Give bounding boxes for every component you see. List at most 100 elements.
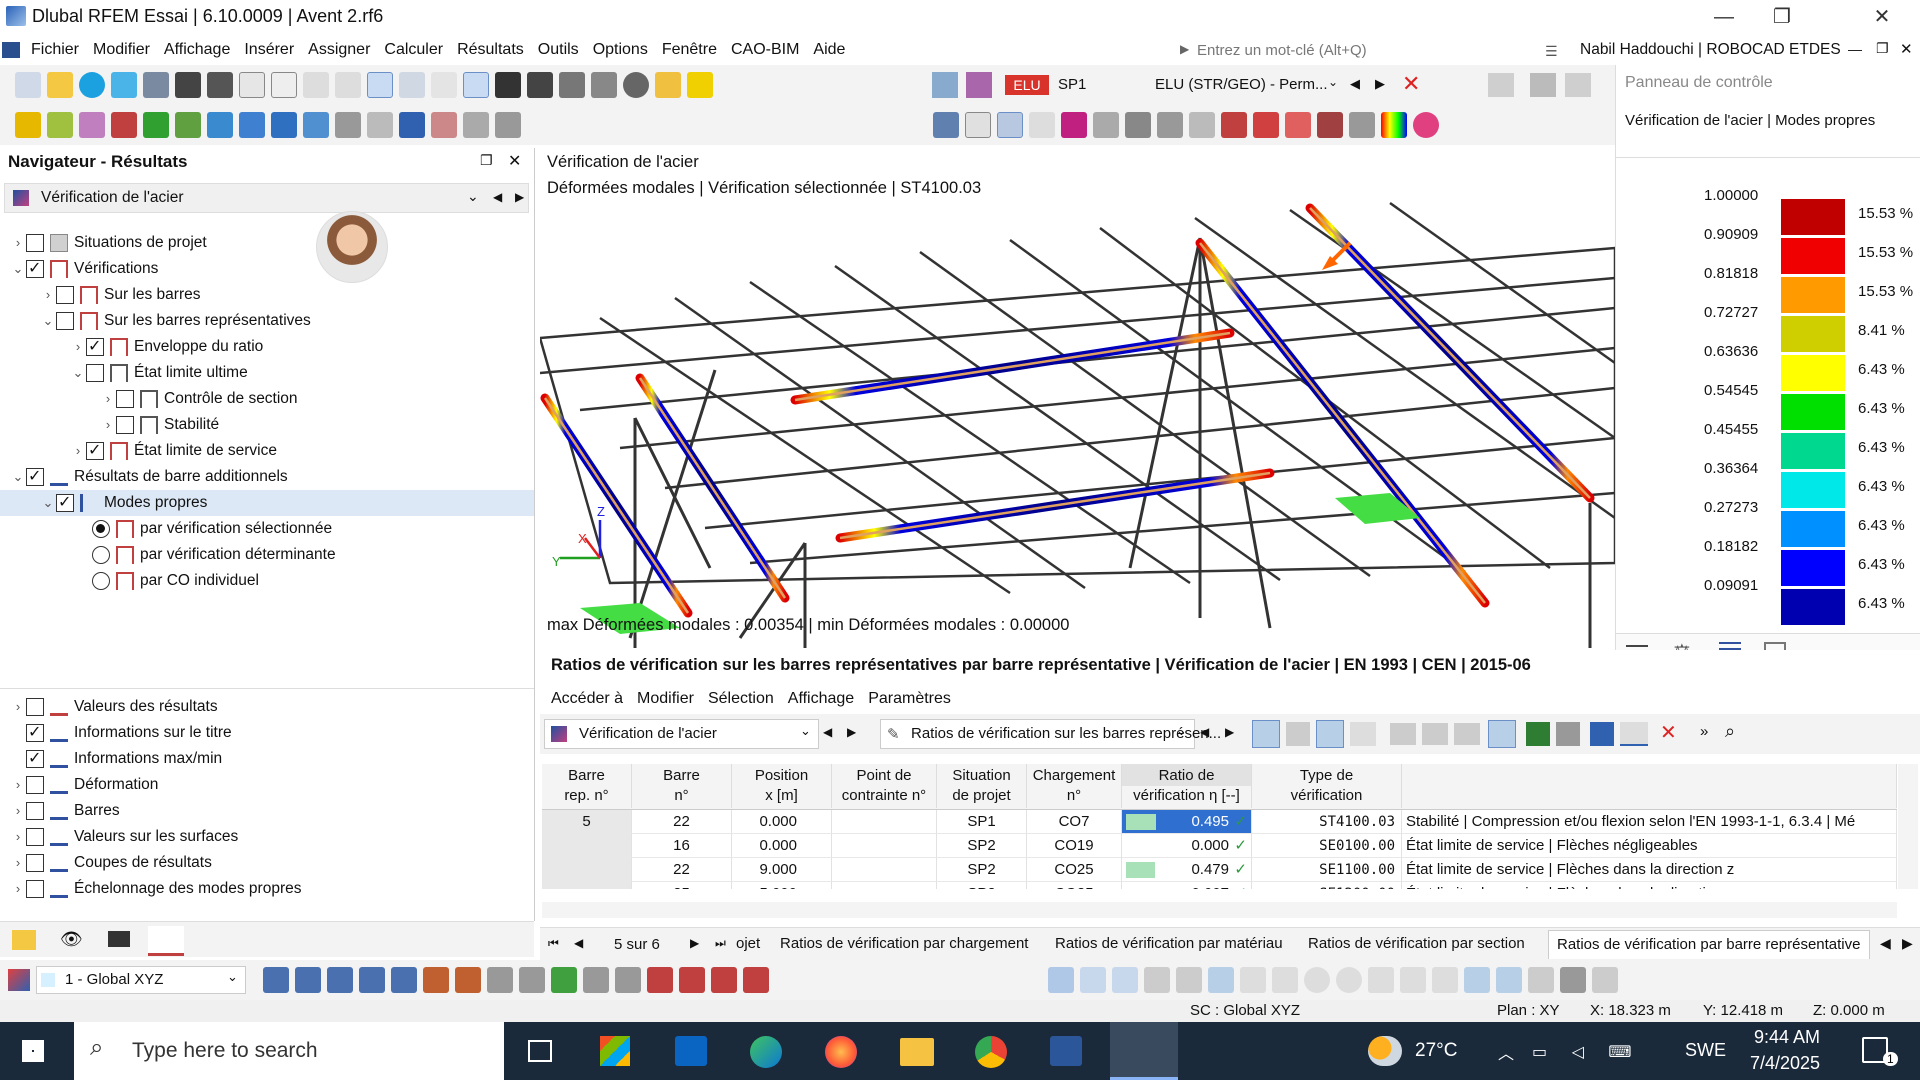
tab-par-section[interactable]: Ratios de vérification par section [1308, 935, 1525, 952]
curve-icon[interactable] [711, 967, 737, 993]
script-icon[interactable] [527, 72, 553, 98]
results-icon[interactable] [932, 72, 958, 98]
new-icon[interactable] [15, 72, 41, 98]
console-icon[interactable] [495, 72, 521, 98]
cell-ratio[interactable]: 0.007 ✓ [1122, 882, 1252, 889]
load-icon[interactable] [175, 112, 201, 138]
edge-icon[interactable] [750, 1036, 782, 1068]
clear-selection-icon[interactable]: ✕ [1660, 720, 1677, 745]
hinge-icon[interactable] [207, 112, 233, 138]
firefox-icon[interactable] [825, 1036, 857, 1068]
restore-button[interactable]: ❐ [1753, 0, 1811, 35]
checkbox[interactable] [26, 464, 44, 490]
expand-icon[interactable]: › [10, 850, 26, 876]
cell-desc[interactable]: Stabilité | Compression et/ou flexion se… [1402, 810, 1897, 834]
view-side-icon[interactable] [327, 967, 353, 993]
view-select[interactable]: 1 - Global XYZ ⌄ [36, 966, 246, 994]
cell-pt[interactable] [832, 882, 937, 889]
column-header[interactable]: Situation de projet [937, 764, 1027, 808]
node-icon[interactable] [15, 112, 41, 138]
cell-ratio[interactable]: 0.479 ✓ [1122, 858, 1252, 882]
cell-type[interactable]: SE1100.00 [1252, 858, 1402, 882]
tab-par-barre-rep[interactable]: Ratios de vérification par barre représe… [1548, 930, 1870, 959]
expand-icon[interactable]: › [100, 412, 116, 438]
taskbar-search[interactable]: ⌕ Type here to search [74, 1022, 504, 1080]
tab-projet[interactable]: ojet [736, 935, 760, 952]
menu-fenetre[interactable]: Fenêtre [655, 35, 724, 65]
table-next-icon[interactable]: ▶ [1225, 725, 1234, 739]
table-hscroll[interactable] [542, 902, 1897, 918]
collapse-icon[interactable]: ⌄ [10, 256, 26, 282]
menu-affichage[interactable]: Affichage [157, 35, 237, 65]
cell-load[interactable]: CO25 [1027, 882, 1122, 889]
save-icon[interactable] [175, 72, 201, 98]
line-result-icon[interactable] [1189, 112, 1215, 138]
cell-load[interactable]: CO25 [1027, 858, 1122, 882]
scale-icon[interactable] [399, 112, 425, 138]
opt-valeurs[interactable]: › Valeurs des résultats [10, 694, 218, 720]
table-view-3-icon[interactable] [1454, 723, 1480, 745]
table-menu-affichage[interactable]: Affichage [781, 684, 861, 714]
solid-result-icon[interactable] [1125, 112, 1151, 138]
rfem-active-icon[interactable] [1110, 1022, 1178, 1080]
redo-icon[interactable] [335, 72, 361, 98]
dropdown-prev-icon[interactable]: ◀ [493, 190, 502, 204]
measure-icon[interactable] [431, 112, 457, 138]
last-page-icon[interactable]: ⏭ [715, 936, 726, 951]
view-1-icon[interactable] [367, 72, 393, 98]
cell-desc[interactable]: État limite de service | Flèches dans la… [1402, 882, 1897, 889]
expand-icon[interactable]: › [40, 282, 56, 308]
tree-situations[interactable]: › Situations de projet [10, 230, 207, 256]
checkbox[interactable] [26, 720, 44, 746]
table-menu-selection[interactable]: Sélection [701, 684, 781, 714]
menu-resultats[interactable]: Résultats [450, 35, 531, 65]
cloud-icon[interactable] [111, 72, 137, 98]
cell-load[interactable]: CO19 [1027, 834, 1122, 858]
table-filter-icon[interactable] [1590, 722, 1614, 746]
checkbox[interactable] [26, 746, 44, 772]
tree-par-selectionnee[interactable]: par vérification sélectionnée [92, 516, 332, 542]
checkbox[interactable] [56, 312, 74, 330]
checkbox[interactable] [56, 490, 74, 516]
results-tab-icon[interactable] [148, 926, 184, 956]
filter-icon[interactable] [933, 112, 959, 138]
web-icon[interactable] [79, 72, 105, 98]
next-arrow-icon[interactable]: ▶ [1375, 76, 1385, 92]
store-icon[interactable] [600, 1036, 630, 1066]
load-wizard-icon[interactable] [655, 72, 681, 98]
table-menu-modifier[interactable]: Modifier [630, 684, 701, 714]
line-icon[interactable] [47, 112, 73, 138]
tree-par-determinante[interactable]: par vérification déterminante [92, 542, 336, 568]
grid-2-icon[interactable] [1496, 967, 1522, 993]
support-icon[interactable] [143, 112, 169, 138]
radio[interactable] [92, 519, 110, 538]
layer-icon[interactable] [1560, 967, 1586, 993]
column-header[interactable]: Type de vérification [1252, 764, 1402, 808]
table-row[interactable]: 22 9.000 SP2 CO25 0.479 ✓ SE1100.00 État limite… [542, 858, 1897, 882]
word-icon[interactable] [1050, 1036, 1082, 1066]
grid-toggle-icon[interactable] [1464, 967, 1490, 993]
arc-icon[interactable] [679, 967, 705, 993]
collapse-icon[interactable]: ⌄ [70, 360, 86, 386]
prev-arrow-icon[interactable]: ◀ [1350, 76, 1360, 92]
plane-icon[interactable] [583, 967, 609, 993]
cell-sit[interactable]: SP2 [937, 882, 1027, 889]
tree-additional[interactable]: ⌄ Résultats de barre additionnels [10, 464, 288, 490]
render-icon[interactable] [615, 967, 641, 993]
undo-icon[interactable] [303, 72, 329, 98]
circle-snap-icon[interactable] [1304, 967, 1330, 993]
view-iso-icon[interactable] [263, 967, 289, 993]
outlook-icon[interactable] [675, 1036, 707, 1066]
smooth-icon[interactable] [1317, 112, 1343, 138]
tabs-prev-icon[interactable]: ◀ [1880, 935, 1891, 952]
filter-x-icon[interactable]: ✕ [1402, 71, 1420, 97]
center-snap-icon[interactable] [1336, 967, 1362, 993]
menu-calculer[interactable]: Calculer [377, 35, 450, 65]
x-snap-icon[interactable] [1176, 967, 1202, 993]
column-layout-icon[interactable] [1488, 720, 1516, 748]
cell-desc[interactable]: État limite de service | Flèches néglige… [1402, 834, 1897, 858]
opt-echelonnage[interactable]: › Échelonnage des modes propres [10, 876, 301, 902]
text-icon[interactable] [687, 72, 713, 98]
cell-bar[interactable]: 25 [632, 882, 732, 889]
member-icon[interactable] [79, 112, 105, 138]
